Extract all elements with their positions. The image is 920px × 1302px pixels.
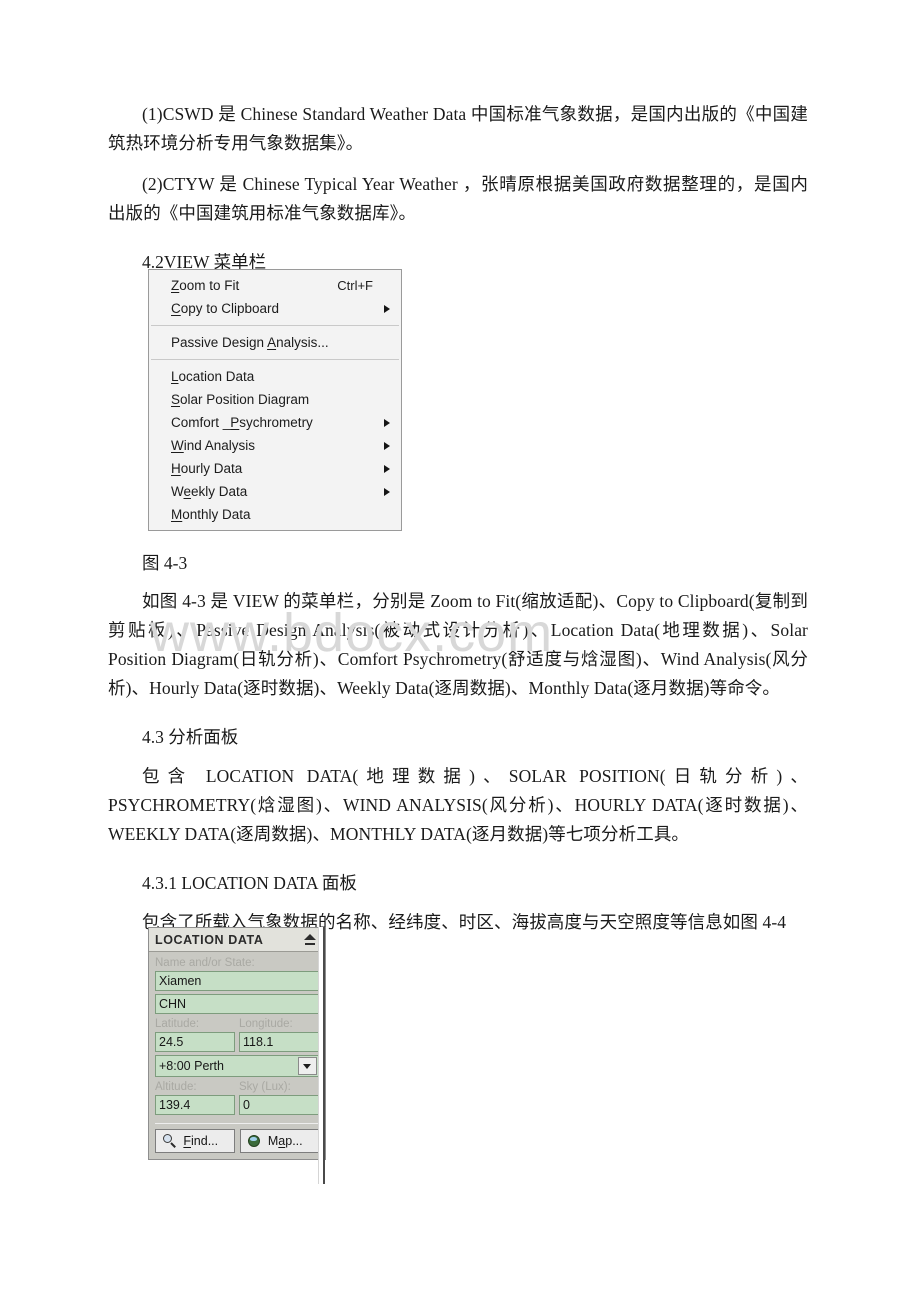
figure-4-3-caption: 图 4-3 [142,553,188,573]
document-page: www.bdocx.com (1)CSWD 是 Chinese Standard… [0,0,920,1302]
menu-accel-char: C [171,301,181,316]
menu-item-comfort-psychrometry[interactable]: Comfort _Psychrometry [149,411,401,434]
menu-separator [151,359,399,360]
menu-item-label: ocation Data [178,369,255,384]
menu-accel-char: e [183,484,192,499]
paragraph-ctyw: (2)CTYW 是 Chinese Typical Year Weather ，… [108,174,808,223]
menu-accel-char: Z [171,278,180,293]
location-panel-button-row: Find... Map... [155,1129,319,1153]
latitude-field[interactable]: 24.5 [155,1032,235,1052]
menu-item-label-pre: Comfort _ [171,415,231,430]
menu-accel-char: A [267,335,277,350]
sky-field[interactable]: 0 [239,1095,319,1115]
latlon-label-row: Latitude: Longitude: [155,1017,319,1032]
menu-accel-char: P [230,415,240,430]
paragraph-menu-description: 如图 4-3 是 VIEW 的菜单栏，分别是 Zoom to Fit(缩放适配)… [108,591,808,698]
menu-accel-char: L [171,369,179,384]
heading-4-3: 4.3 分析面板 [142,727,239,747]
timezone-selected-value: +8:00 Perth [159,1059,224,1073]
view-menu-screenshot: Zoom to Fit Ctrl+F Copy to Clipboard Pas… [148,269,402,531]
location-panel-body: Name and/or State: Xiamen CHN Latitude: … [149,952,325,1159]
magnifier-icon [163,1134,177,1148]
panel-divider [155,1123,319,1124]
latitude-label: Latitude: [155,1018,200,1030]
menu-item-label: oom to Fit [179,278,240,293]
menu-item-label: ind Analysis [183,438,256,453]
menu-item-label: nalysis... [276,335,329,350]
menu-item-solar-position-diagram[interactable]: Solar Position Diagram [149,388,401,411]
submenu-arrow-icon [384,487,390,496]
find-button[interactable]: Find... [155,1129,235,1153]
altitude-sky-label-row: Altitude: Sky (Lux): [155,1080,319,1095]
menu-shortcut: Ctrl+F [337,278,373,293]
sky-label: Sky (Lux): [239,1081,291,1093]
menu-item-weekly-data[interactable]: Weekly Data [149,480,401,503]
paragraph-cswd: (1)CSWD 是 Chinese Standard Weather Data … [108,104,808,153]
longitude-label: Longitude: [239,1018,293,1030]
country-field[interactable]: CHN [155,994,319,1014]
heading-4-3-1: 4.3.1 LOCATION DATA 面板 [142,873,357,893]
submenu-arrow-icon [384,441,390,450]
menu-item-label: onthly Data [182,507,251,522]
menu-item-label-pre: Passive Design [171,335,268,350]
menu-item-label: ourly Data [180,461,243,476]
submenu-arrow-icon [384,418,390,427]
location-data-panel-screenshot: LOCATION DATA Name and/or State: Xiamen … [148,927,326,1160]
menu-accel-char: W [171,438,184,453]
submenu-arrow-icon [384,304,390,313]
menu-accel-char: S [171,392,181,407]
submenu-arrow-icon [384,464,390,473]
map-button-pre: M [267,1134,279,1148]
menu-item-label: sychrometry [239,415,313,430]
menu-item-label: olar Position Diagram [180,392,310,407]
latlon-field-row: 24.5 118.1 [155,1032,319,1055]
map-button-label: p... [285,1134,303,1148]
altitude-field[interactable]: 139.4 [155,1095,235,1115]
eject-icon[interactable] [304,934,316,945]
chevron-down-icon[interactable] [298,1057,317,1075]
menu-item-label: opy to Clipboard [180,301,280,316]
altitude-sky-field-row: 139.4 0 [155,1095,319,1118]
menu-item-passive-design-analysis[interactable]: Passive Design Analysis... [149,331,401,354]
menu-item-copy-to-clipboard[interactable]: Copy to Clipboard [149,297,401,320]
name-field[interactable]: Xiamen [155,971,319,991]
menu-item-hourly-data[interactable]: Hourly Data [149,457,401,480]
menu-separator [151,325,399,326]
menu-item-label-pre: W [171,484,184,499]
menu-accel-char: M [171,507,183,522]
menu-item-label: ekly Data [191,484,248,499]
timezone-select[interactable]: +8:00 Perth [155,1055,319,1077]
menu-accel-char: H [171,461,181,476]
map-button[interactable]: Map... [239,1129,319,1153]
menu-item-zoom-to-fit[interactable]: Zoom to Fit Ctrl+F [149,274,401,297]
altitude-label: Altitude: [155,1081,197,1093]
location-panel-title: LOCATION DATA [155,933,264,947]
menu-item-location-data[interactable]: Location Data [149,365,401,388]
name-field-label: Name and/or State: [155,957,255,969]
find-button-label: ind... [191,1134,219,1148]
location-panel-header[interactable]: LOCATION DATA [149,928,325,952]
paragraph-panels-description: 包含 LOCATION DATA(地理数据)、SOLAR POSITION(日轨… [108,766,808,844]
menu-item-wind-analysis[interactable]: Wind Analysis [149,434,401,457]
menu-item-monthly-data[interactable]: Monthly Data [149,503,401,526]
panel-right-edge [318,927,325,1184]
longitude-field[interactable]: 118.1 [239,1032,319,1052]
find-button-accel: F [183,1134,192,1148]
globe-icon [247,1134,262,1148]
